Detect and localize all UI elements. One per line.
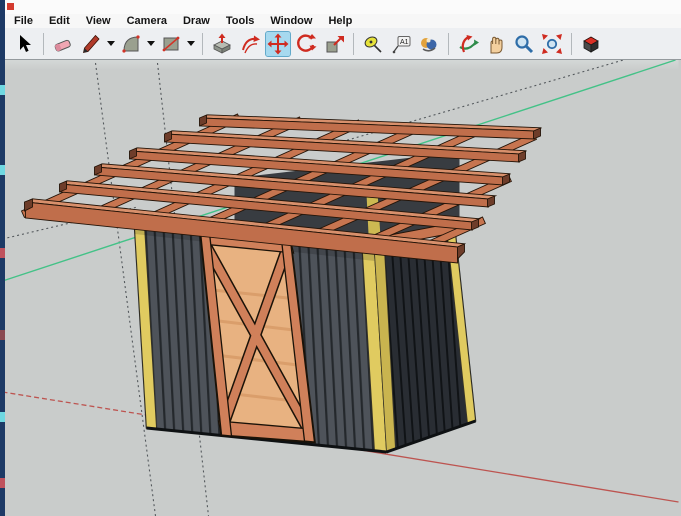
scale-tool-button[interactable] bbox=[322, 32, 346, 56]
move-tool-button[interactable] bbox=[266, 32, 290, 56]
tape-measure-icon bbox=[362, 33, 384, 55]
toolbar-separator bbox=[202, 33, 203, 55]
toolbar-separator bbox=[448, 33, 449, 55]
model-scene bbox=[0, 60, 681, 516]
menu-file[interactable]: File bbox=[6, 14, 41, 28]
warehouse-cube-icon bbox=[580, 33, 602, 55]
edge-mark bbox=[0, 412, 5, 422]
chevron-down-icon bbox=[107, 41, 115, 46]
line-tool-dropdown[interactable] bbox=[106, 32, 116, 56]
menu-draw[interactable]: Draw bbox=[175, 14, 218, 28]
pan-hand-icon bbox=[485, 33, 507, 55]
chevron-down-icon bbox=[147, 41, 155, 46]
menu-window[interactable]: Window bbox=[262, 14, 320, 28]
text-tool-button[interactable]: A1 bbox=[389, 32, 413, 56]
menu-camera[interactable]: Camera bbox=[119, 14, 175, 28]
sketchup-window: File Edit View Camera Draw Tools Window … bbox=[0, 0, 681, 516]
pan-tool-button[interactable] bbox=[484, 32, 508, 56]
horizon-band bbox=[3, 60, 679, 70]
edge-mark bbox=[0, 478, 5, 488]
menu-tools[interactable]: Tools bbox=[218, 14, 263, 28]
toolbar-separator bbox=[571, 33, 572, 55]
select-arrow-icon bbox=[13, 33, 35, 55]
rotate-icon bbox=[295, 33, 317, 55]
toolbar-separator bbox=[353, 33, 354, 55]
warehouse-tool-button[interactable] bbox=[579, 32, 603, 56]
orbit-icon bbox=[457, 33, 479, 55]
menu-view[interactable]: View bbox=[78, 14, 119, 28]
rectangle-tool-dropdown[interactable] bbox=[186, 32, 196, 56]
edge-mark bbox=[0, 165, 5, 175]
app-logo-icon bbox=[7, 3, 14, 10]
text-icon: A1 bbox=[390, 33, 412, 55]
tape-measure-tool-button[interactable] bbox=[361, 32, 385, 56]
rectangle-tool-button[interactable] bbox=[159, 32, 183, 56]
viewport-3d[interactable] bbox=[0, 60, 681, 516]
edge-mark bbox=[0, 330, 5, 340]
push-pull-icon bbox=[211, 33, 233, 55]
paint-bucket-icon bbox=[418, 33, 440, 55]
arc-icon bbox=[120, 33, 142, 55]
toolbar-separator bbox=[43, 33, 44, 55]
arc-tool-dropdown[interactable] bbox=[146, 32, 156, 56]
push-pull-tool-button[interactable] bbox=[210, 32, 234, 56]
zoom-extents-icon bbox=[541, 33, 563, 55]
edge-mark bbox=[0, 85, 5, 95]
follow-me-tool-button[interactable] bbox=[238, 32, 262, 56]
tool-bar: A1 bbox=[0, 28, 681, 60]
select-tool-button[interactable] bbox=[12, 32, 36, 56]
chevron-down-icon bbox=[187, 41, 195, 46]
paint-bucket-tool-button[interactable] bbox=[417, 32, 441, 56]
scan-edge-strip bbox=[0, 0, 5, 516]
eraser-icon bbox=[52, 33, 74, 55]
eraser-tool-button[interactable] bbox=[51, 32, 75, 56]
scale-icon bbox=[323, 33, 345, 55]
pencil-icon bbox=[80, 33, 102, 55]
arc-tool-button[interactable] bbox=[119, 32, 143, 56]
orbit-tool-button[interactable] bbox=[456, 32, 480, 56]
zoom-magnifier-icon bbox=[513, 33, 535, 55]
zoom-extents-tool-button[interactable] bbox=[540, 32, 564, 56]
text-tool-glyph: A1 bbox=[400, 39, 409, 46]
rectangle-icon bbox=[160, 33, 182, 55]
rotate-tool-button[interactable] bbox=[294, 32, 318, 56]
edge-mark bbox=[0, 248, 5, 258]
zoom-tool-button[interactable] bbox=[512, 32, 536, 56]
menu-bar: File Edit View Camera Draw Tools Window … bbox=[0, 14, 681, 28]
follow-me-icon bbox=[239, 33, 261, 55]
menu-help[interactable]: Help bbox=[320, 14, 360, 28]
title-bar bbox=[0, 0, 681, 15]
move-icon bbox=[267, 33, 289, 55]
menu-edit[interactable]: Edit bbox=[41, 14, 78, 28]
line-tool-button[interactable] bbox=[79, 32, 103, 56]
